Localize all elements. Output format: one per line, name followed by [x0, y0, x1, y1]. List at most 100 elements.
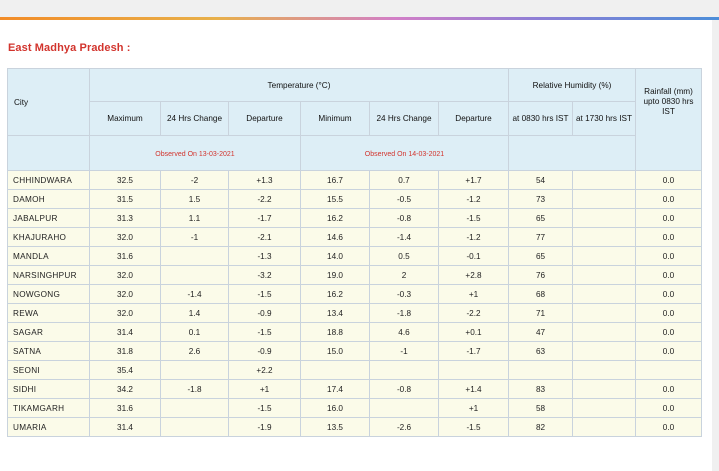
humidity-subheader-blank: [508, 135, 636, 171]
change-24h-min-cell: -0.8: [369, 208, 439, 228]
rh-0830-cell: 82: [508, 417, 573, 437]
rainfall-cell: 0.0: [635, 322, 702, 342]
minimum-header: Minimum: [300, 101, 370, 136]
departure-min-cell: +2.8: [438, 265, 509, 285]
weather-table: City Temperature (°C) Relative Humidity …: [7, 68, 702, 437]
rh-1730-cell: [572, 360, 636, 380]
maximum-header: Maximum: [89, 101, 161, 136]
minimum-cell: 18.8: [300, 322, 370, 342]
maximum-cell: 32.0: [89, 227, 161, 247]
change-24h-min-cell: -0.5: [369, 189, 439, 209]
city-cell: REWA: [7, 303, 90, 323]
change-24h-min-cell: -2.6: [369, 417, 439, 437]
city-cell: KHAJURAHO: [7, 227, 90, 247]
rainfall-cell: 0.0: [635, 417, 702, 437]
minimum-cell: 19.0: [300, 265, 370, 285]
rh-1730-cell: [572, 284, 636, 304]
minimum-cell: 17.4: [300, 379, 370, 399]
change-24h-max-header: 24 Hrs Change: [160, 101, 229, 136]
rainfall-cell: 0.0: [635, 284, 702, 304]
change-24h-min-cell: 0.7: [369, 170, 439, 190]
maximum-cell: 31.4: [89, 417, 161, 437]
maximum-cell: 34.2: [89, 379, 161, 399]
city-subheader-blank: [7, 135, 90, 171]
departure-min-cell: -2.2: [438, 303, 509, 323]
rh-1730-cell: [572, 379, 636, 399]
rainfall-cell: 0.0: [635, 170, 702, 190]
minimum-cell: 15.5: [300, 189, 370, 209]
rh-1730-cell: [572, 417, 636, 437]
departure-min-cell: +1.7: [438, 170, 509, 190]
city-cell: CHHINDWARA: [7, 170, 90, 190]
departure-max-cell: -0.9: [228, 341, 301, 361]
rainfall-cell: 0.0: [635, 208, 702, 228]
table-row: MANDLA 31.6 -1.3 14.0 0.5 -0.1 65 0.0: [7, 246, 702, 266]
rh-0830-cell: 71: [508, 303, 573, 323]
departure-max-cell: -3.2: [228, 265, 301, 285]
change-24h-max-cell: -1.4: [160, 284, 229, 304]
maximum-cell: 31.6: [89, 398, 161, 418]
rh-0830-cell: 83: [508, 379, 573, 399]
departure-min-cell: -1.5: [438, 417, 509, 437]
city-cell: NARSINGHPUR: [7, 265, 90, 285]
change-24h-max-cell: -1.8: [160, 379, 229, 399]
departure-max-cell: -2.2: [228, 189, 301, 209]
departure-max-cell: -0.9: [228, 303, 301, 323]
maximum-cell: 31.5: [89, 189, 161, 209]
departure-min-cell: +0.1: [438, 322, 509, 342]
rainfall-header: Rainfall (mm) upto 0830 hrs IST: [635, 68, 702, 171]
rh-1730-cell: [572, 170, 636, 190]
table-row: SAGAR 31.4 0.1 -1.5 18.8 4.6 +0.1 47 0.0: [7, 322, 702, 342]
rh-0830-cell: 58: [508, 398, 573, 418]
city-cell: NOWGONG: [7, 284, 90, 304]
change-24h-max-cell: 0.1: [160, 322, 229, 342]
table-row: TIKAMGARH 31.6 -1.5 16.0 +1 58 0.0: [7, 398, 702, 418]
table-row: NARSINGHPUR 32.0 -3.2 19.0 2 +2.8 76 0.0: [7, 265, 702, 285]
city-cell: DAMOH: [7, 189, 90, 209]
rainfall-cell: 0.0: [635, 303, 702, 323]
departure-min-header: Departure: [438, 101, 509, 136]
change-24h-max-cell: -1: [160, 227, 229, 247]
table-row: SATNA 31.8 2.6 -0.9 15.0 -1 -1.7 63 0.0: [7, 341, 702, 361]
observed-max-text: Observed On 13-03-2021: [155, 150, 235, 158]
change-24h-max-cell: 1.5: [160, 189, 229, 209]
table-row: SIDHI 34.2 -1.8 +1 17.4 -0.8 +1.4 83 0.0: [7, 379, 702, 399]
rh-0830-cell: 73: [508, 189, 573, 209]
city-cell: SIDHI: [7, 379, 90, 399]
observed-min-date: Observed On 14-03-2021: [300, 135, 509, 171]
table-row: REWA 32.0 1.4 -0.9 13.4 -1.8 -2.2 71 0.0: [7, 303, 702, 323]
rainfall-cell: 0.0: [635, 246, 702, 266]
rainfall-cell: 0.0: [635, 227, 702, 247]
minimum-cell: 16.7: [300, 170, 370, 190]
departure-min-cell: +1: [438, 284, 509, 304]
rh-1730-cell: [572, 341, 636, 361]
departure-max-cell: -1.5: [228, 284, 301, 304]
rh-1730-cell: [572, 265, 636, 285]
maximum-cell: 31.8: [89, 341, 161, 361]
change-24h-max-cell: [160, 417, 229, 437]
city-cell: MANDLA: [7, 246, 90, 266]
departure-max-cell: +1: [228, 379, 301, 399]
table-row: NOWGONG 32.0 -1.4 -1.5 16.2 -0.3 +1 68 0.0: [7, 284, 702, 304]
departure-min-cell: +1.4: [438, 379, 509, 399]
maximum-cell: 32.5: [89, 170, 161, 190]
section-title: East Madhya Pradesh :: [8, 42, 131, 54]
rh-0830-cell: 47: [508, 322, 573, 342]
minimum-cell: [300, 360, 370, 380]
rainfall-cell: [635, 360, 702, 380]
rh-0830-cell: 65: [508, 246, 573, 266]
departure-max-cell: -1.5: [228, 322, 301, 342]
rh-0830-cell: 65: [508, 208, 573, 228]
rainfall-cell: 0.0: [635, 265, 702, 285]
rh-1730-cell: [572, 227, 636, 247]
change-24h-min-cell: -1.4: [369, 227, 439, 247]
departure-max-header: Departure: [228, 101, 301, 136]
humidity-group-header: Relative Humidity (%): [508, 68, 636, 102]
minimum-cell: 13.5: [300, 417, 370, 437]
rh-1730-cell: [572, 189, 636, 209]
rh-0830-header: at 0830 hrs IST: [508, 101, 573, 136]
rh-1730-cell: [572, 322, 636, 342]
change-24h-min-header: 24 Hrs Change: [369, 101, 439, 136]
change-24h-min-cell: -0.3: [369, 284, 439, 304]
table-row: DAMOH 31.5 1.5 -2.2 15.5 -0.5 -1.2 73 0.0: [7, 189, 702, 209]
